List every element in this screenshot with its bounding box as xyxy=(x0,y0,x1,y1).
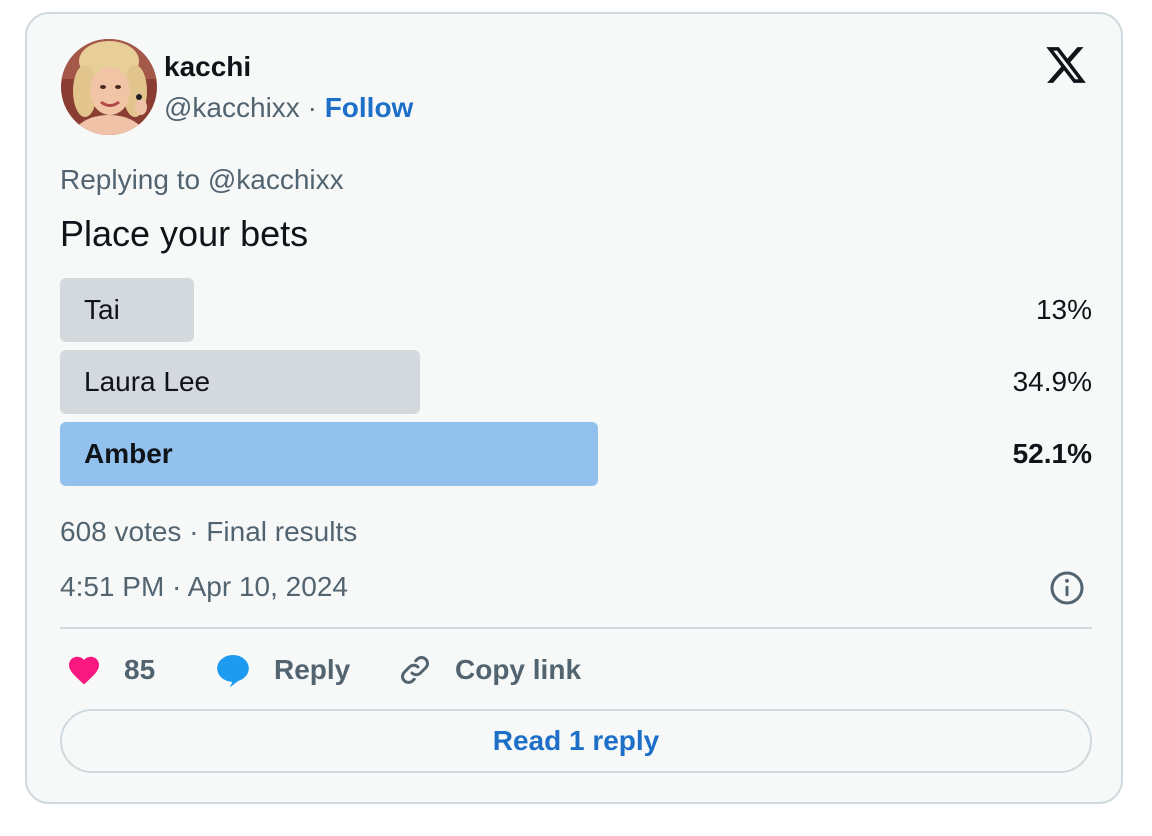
x-logo-icon[interactable] xyxy=(1044,43,1088,87)
poll-option: Amber 52.1% xyxy=(60,422,1092,486)
copy-link-label: Copy link xyxy=(455,654,582,685)
link-icon xyxy=(401,656,429,684)
poll-option-label: Amber xyxy=(84,438,173,469)
avatar[interactable] xyxy=(61,39,157,135)
reply-label: Reply xyxy=(274,654,351,685)
reply-context: Replying to @kacchixx xyxy=(60,164,344,195)
handle-separator: · xyxy=(307,92,317,123)
poll-summary: 608 votes · Final results xyxy=(60,516,358,547)
author-handle[interactable]: @kacchixx xyxy=(164,92,300,123)
like-button[interactable]: 85 xyxy=(66,646,155,694)
author-name[interactable]: kacchi xyxy=(164,51,251,83)
poll-option-percent: 34.9% xyxy=(1012,366,1092,397)
divider xyxy=(60,627,1092,629)
poll-option-label: Tai xyxy=(84,294,120,325)
heart-icon xyxy=(69,656,99,685)
poll-bar xyxy=(60,278,195,342)
follow-button[interactable]: Follow xyxy=(325,92,414,123)
tweet-timestamp[interactable]: 4:51 PM · Apr 10, 2024 xyxy=(60,571,348,603)
poll-option-percent: 13% xyxy=(1035,294,1092,325)
reply-bubble-icon xyxy=(217,654,249,688)
tweet-text: Place your bets xyxy=(60,213,309,254)
tweet-card: kacchi @kacchixx · Follow Replying to @k… xyxy=(25,12,1123,804)
poll-option: Tai 13% xyxy=(60,278,1092,342)
read-replies-button[interactable]: Read 1 reply xyxy=(60,709,1092,773)
reply-button[interactable]: Reply xyxy=(214,646,350,694)
info-icon[interactable] xyxy=(1049,570,1085,606)
author-handle-row: @kacchixx · Follow xyxy=(164,92,413,124)
avatar-image xyxy=(61,39,157,135)
poll-option-label: Laura Lee xyxy=(84,366,211,397)
like-count: 85 xyxy=(124,654,156,685)
poll-option: Laura Lee 34.9% xyxy=(60,350,1092,414)
copy-link-button[interactable]: Copy link xyxy=(397,646,581,694)
poll-option-percent: 52.1% xyxy=(1012,438,1092,469)
